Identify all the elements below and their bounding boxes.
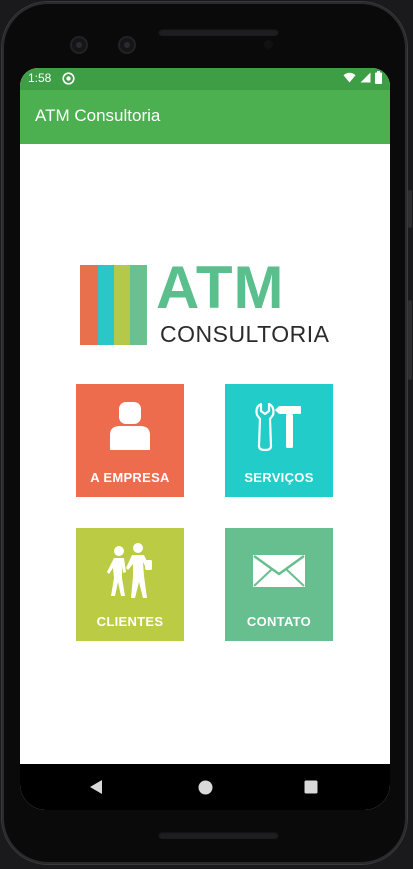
- tile-clientes[interactable]: CLIENTES: [76, 528, 184, 641]
- tile-contato[interactable]: CONTATO: [225, 528, 333, 641]
- company-logo: ATM CONSULTORIA: [80, 256, 330, 349]
- app-title: ATM Consultoria: [35, 106, 161, 125]
- app-bar: ATM Consultoria: [20, 90, 390, 144]
- tile-label: CLIENTES: [96, 614, 164, 629]
- back-icon[interactable]: [83, 774, 109, 800]
- bottom-speaker: [158, 831, 279, 839]
- envelope-icon: [225, 540, 333, 602]
- status-icons: [343, 71, 382, 87]
- tile-label: CONTATO: [246, 614, 312, 629]
- logo-subtitle: CONSULTORIA: [160, 321, 330, 347]
- status-bar: 1:58: [20, 68, 390, 90]
- power-button: [408, 190, 412, 228]
- signal-icon: [360, 72, 371, 86]
- logo-stripe: [80, 265, 98, 345]
- home-icon[interactable]: [192, 774, 218, 800]
- front-camera-icon: [70, 36, 88, 54]
- person-icon: [76, 396, 184, 458]
- front-camera-icon: [118, 36, 136, 54]
- tools-icon: [225, 396, 333, 458]
- logo-word: ATM: [156, 254, 285, 321]
- earpiece-speaker: [158, 28, 279, 36]
- tile-label: SERVIÇOS: [244, 470, 314, 485]
- logo-stripe: [98, 265, 114, 345]
- tile-label: A EMPRESA: [90, 470, 170, 485]
- logo-stripes: [80, 265, 147, 345]
- logo-stripe: [114, 265, 130, 345]
- battery-icon: [375, 71, 382, 87]
- logo-stripe: [130, 265, 147, 345]
- proximity-sensor: [264, 40, 273, 49]
- recents-icon[interactable]: [298, 774, 324, 800]
- tile-a-empresa[interactable]: A EMPRESA: [76, 384, 184, 497]
- volume-button: [408, 300, 412, 380]
- wifi-icon: [343, 72, 356, 86]
- tile-servicos[interactable]: SERVIÇOS: [225, 384, 333, 497]
- status-time: 1:58: [28, 71, 52, 85]
- screen: 1:58 ATM Consultoria ATM CONSULTORIA A E…: [20, 68, 390, 810]
- people-walking-icon: [76, 540, 184, 602]
- system-nav-bar: [20, 764, 390, 810]
- main-content: ATM CONSULTORIA A EMPRESA SERVIÇOS CLIEN…: [20, 144, 390, 764]
- sync-circle-icon: [62, 72, 75, 85]
